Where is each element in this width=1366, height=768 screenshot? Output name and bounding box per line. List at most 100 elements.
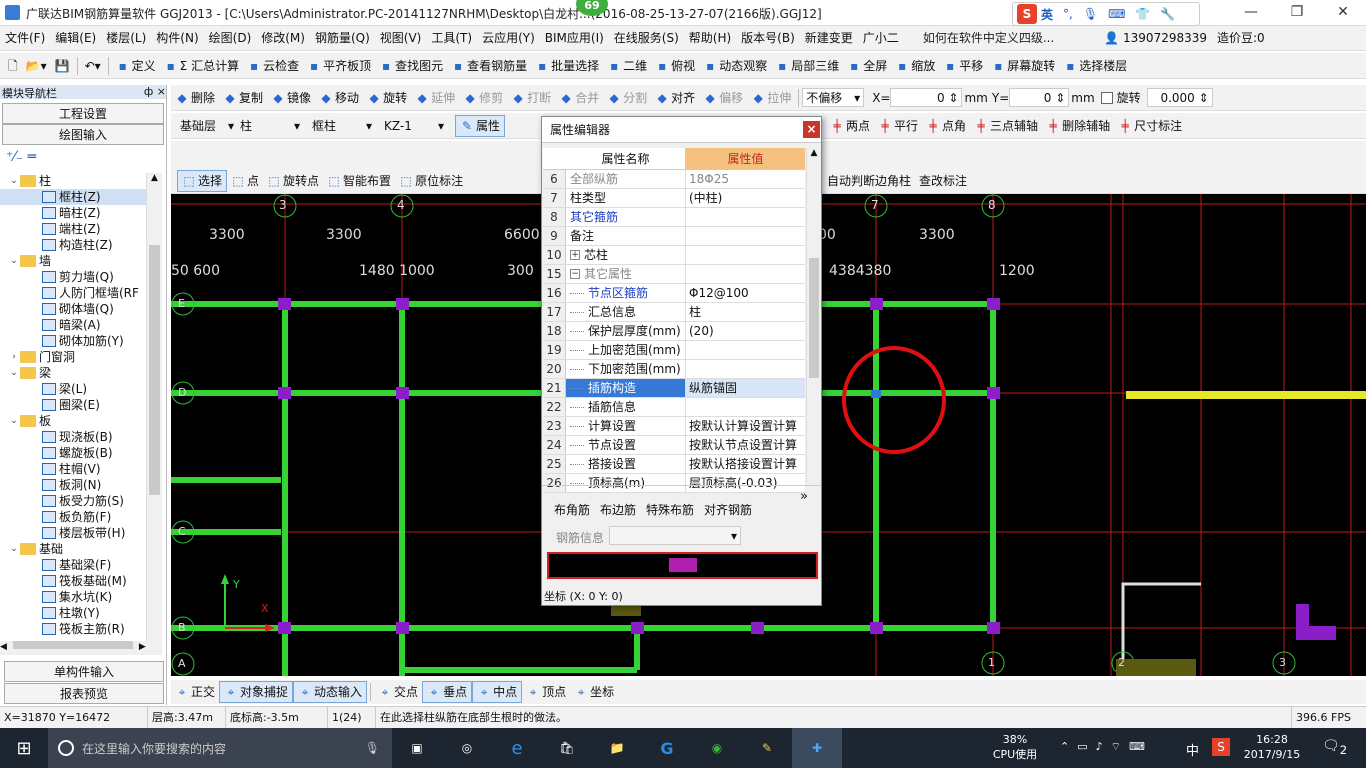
y-input[interactable]: 0 ⇕: [1009, 88, 1070, 107]
property-row-8[interactable]: 18 保护层厚度(mm) (20): [543, 322, 805, 341]
menu-item-8[interactable]: 工具(T): [426, 26, 477, 51]
type-select[interactable]: 框柱 ▾: [309, 116, 375, 135]
snap-btn-7[interactable]: ⌖ 坐标: [570, 681, 618, 703]
snap-btn-5[interactable]: ⌖ 中点: [472, 681, 523, 703]
tree-node-7[interactable]: 人防门框墙(RF: [0, 285, 146, 301]
ime-indicator[interactable]: 中: [1186, 740, 1199, 759]
toolbar-modify-btn-9[interactable]: ◆ 分割: [603, 87, 651, 109]
property-row-13[interactable]: 23 计算设置 按默认计算设置计算: [543, 417, 805, 436]
skin-icon[interactable]: 👕: [1135, 7, 1150, 21]
toolbar-axis-btn-5[interactable]: ╪ 尺寸标注: [1114, 115, 1186, 137]
punct-icon[interactable]: °,: [1063, 7, 1073, 21]
tree-node-12[interactable]: ⌄ 梁: [0, 365, 146, 381]
expand-more-icon[interactable]: »: [800, 489, 808, 504]
restore-icon[interactable]: ❐: [1274, 0, 1320, 26]
toolbar-draw-btn-4[interactable]: ⬚ 原位标注: [395, 170, 467, 192]
snap-btn-2[interactable]: ⌖ 动态输入: [293, 681, 368, 703]
snap-btn-0[interactable]: ⌖ 正交: [171, 681, 219, 703]
snap-btn-3[interactable]: ⌖ 交点: [374, 681, 422, 703]
tree-node-15[interactable]: ⌄ 板: [0, 413, 146, 429]
property-row-1[interactable]: 7 柱类型 (中柱): [543, 189, 805, 208]
save-icon[interactable]: 💾: [51, 55, 74, 77]
toolbar-main-btn-2[interactable]: ▪ 云检查: [243, 55, 303, 77]
property-row-value-14[interactable]: 按默认节点设置计算: [686, 436, 805, 454]
property-row-16[interactable]: 26 顶标高(m) 层顶标高(-0.03): [543, 474, 805, 493]
property-row-value-4[interactable]: [686, 246, 805, 264]
category-select[interactable]: 柱 ▾: [237, 116, 303, 135]
toolbar-main-btn-9[interactable]: ▪ 动态观察: [699, 55, 771, 77]
toolbar-modify-btn-6[interactable]: ◆ 修剪: [459, 87, 507, 109]
tree-node-11[interactable]: › 门窗洞: [0, 349, 146, 365]
tree-node-3[interactable]: 端柱(Z): [0, 221, 146, 237]
tree-node-13[interactable]: 梁(L): [0, 381, 146, 397]
tree-node-21[interactable]: 板负筋(F): [0, 509, 146, 525]
sogou-tray-icon[interactable]: S: [1212, 738, 1230, 756]
menu-item-6[interactable]: 钢筋量(Q): [310, 26, 375, 51]
toolbar-main-btn-7[interactable]: ▪ 二维: [603, 55, 651, 77]
toolbar-draw-btn-1[interactable]: ⬚ 点: [227, 170, 263, 192]
toolbar-main-btn-4[interactable]: ▪ 查找图元: [375, 55, 447, 77]
pin-close-icon[interactable]: ф ×: [144, 85, 166, 99]
property-row-value-1[interactable]: (中柱): [686, 189, 805, 207]
price-credit[interactable]: 造价豆:0: [1212, 26, 1270, 51]
component-select[interactable]: KZ-1 ▾: [381, 116, 447, 135]
account-phone[interactable]: 👤 13907298339: [1099, 26, 1212, 51]
tree-node-26[interactable]: 集水坑(K): [0, 589, 146, 605]
tree-node-22[interactable]: 楼层板带(H): [0, 525, 146, 541]
undo-icon[interactable]: ↶▾: [81, 55, 105, 77]
rebar-tab-2[interactable]: 特殊布筋: [646, 501, 694, 518]
snap-btn-6[interactable]: ⌖ 顶点: [522, 681, 570, 703]
ime-toolbar[interactable]: S 英 °, 🎙 ⌨ 👕 🔧: [1012, 2, 1200, 26]
mic-icon[interactable]: 🎙: [1083, 7, 1098, 21]
tree-node-20[interactable]: 板受力筋(S): [0, 493, 146, 509]
floor-select[interactable]: 基础层 ▾: [177, 116, 237, 135]
toolbar-axis-btn-4[interactable]: ╪ 删除辅轴: [1042, 115, 1114, 137]
cpu-indicator[interactable]: 38% CPU使用: [990, 732, 1040, 762]
property-row-5[interactable]: 15− 其它属性: [543, 265, 805, 284]
report-preview-button[interactable]: 报表预览: [4, 683, 164, 704]
drawing-input-button[interactable]: 绘图输入: [2, 124, 164, 145]
menu-item-9[interactable]: 云应用(Y): [477, 26, 540, 51]
section-preview[interactable]: [547, 552, 818, 579]
toolbar-modify-btn-8[interactable]: ◆ 合并: [555, 87, 603, 109]
tree-node-16[interactable]: 现浇板(B): [0, 429, 146, 445]
rotate-checkbox[interactable]: [1100, 91, 1113, 104]
property-row-6[interactable]: 16 节点区箍筋 Φ12@100: [543, 284, 805, 303]
toolbar-draw-right-btn-0[interactable]: 自动判断边角柱: [823, 170, 915, 192]
tree-node-2[interactable]: 暗柱(Z): [0, 205, 146, 221]
rebar-info-select[interactable]: ▾: [609, 526, 741, 545]
toolbar-modify-btn-7[interactable]: ◆ 打断: [507, 87, 555, 109]
menu-item-14[interactable]: 新建变更: [800, 26, 858, 51]
property-row-value-9[interactable]: [686, 341, 805, 359]
property-row-15[interactable]: 25 搭接设置 按默认搭接设置计算: [543, 455, 805, 474]
tree-node-24[interactable]: 基础梁(F): [0, 557, 146, 573]
toolbar-main-btn-0[interactable]: ▪ 定义: [112, 55, 160, 77]
tree-node-27[interactable]: 柱墩(Y): [0, 605, 146, 621]
property-row-value-8[interactable]: (20): [686, 322, 805, 340]
tree-node-19[interactable]: 板洞(N): [0, 477, 146, 493]
wrench-icon[interactable]: 🔧: [1160, 7, 1175, 21]
property-button[interactable]: ✎ 属性: [455, 114, 506, 137]
minimize-icon[interactable]: —: [1228, 0, 1274, 26]
toolbar-modify-btn-11[interactable]: ◆ 偏移: [699, 87, 747, 109]
tree-scrollbar[interactable]: ▲: [146, 173, 162, 641]
toolbar-draw-btn-0[interactable]: ⬚ 选择: [177, 169, 228, 192]
menu-item-10[interactable]: BIM应用(I): [540, 26, 609, 51]
explorer-icon[interactable]: 📁: [592, 728, 642, 768]
property-row-2[interactable]: 8 其它箍筋: [543, 208, 805, 227]
property-row-value-16[interactable]: 层顶标高(-0.03): [686, 474, 805, 492]
tree-node-17[interactable]: 螺旋板(B): [0, 445, 146, 461]
tray-icons[interactable]: ⌃▭♪⌔⌨: [1060, 740, 1153, 754]
tree-node-0[interactable]: ⌄ 柱: [0, 173, 146, 189]
toolbar-modify-btn-3[interactable]: ◆ 移动: [315, 87, 363, 109]
toolbar-main-btn-3[interactable]: ▪ 平齐板顶: [303, 55, 375, 77]
property-row-3[interactable]: 9 备注: [543, 227, 805, 246]
property-row-4[interactable]: 10 + 芯柱: [543, 246, 805, 265]
toolbar-axis-btn-2[interactable]: ╪ 点角: [922, 115, 970, 137]
toolbar-draw-btn-2[interactable]: ⬚ 旋转点: [263, 170, 323, 192]
toolbar-main-btn-10[interactable]: ▪ 局部三维: [771, 55, 843, 77]
toolbar-main-btn-11[interactable]: ▪ 全屏: [843, 55, 891, 77]
property-row-10[interactable]: 20 下加密范围(mm): [543, 360, 805, 379]
edge-icon[interactable]: e: [492, 728, 542, 768]
tree-node-9[interactable]: 暗梁(A): [0, 317, 146, 333]
